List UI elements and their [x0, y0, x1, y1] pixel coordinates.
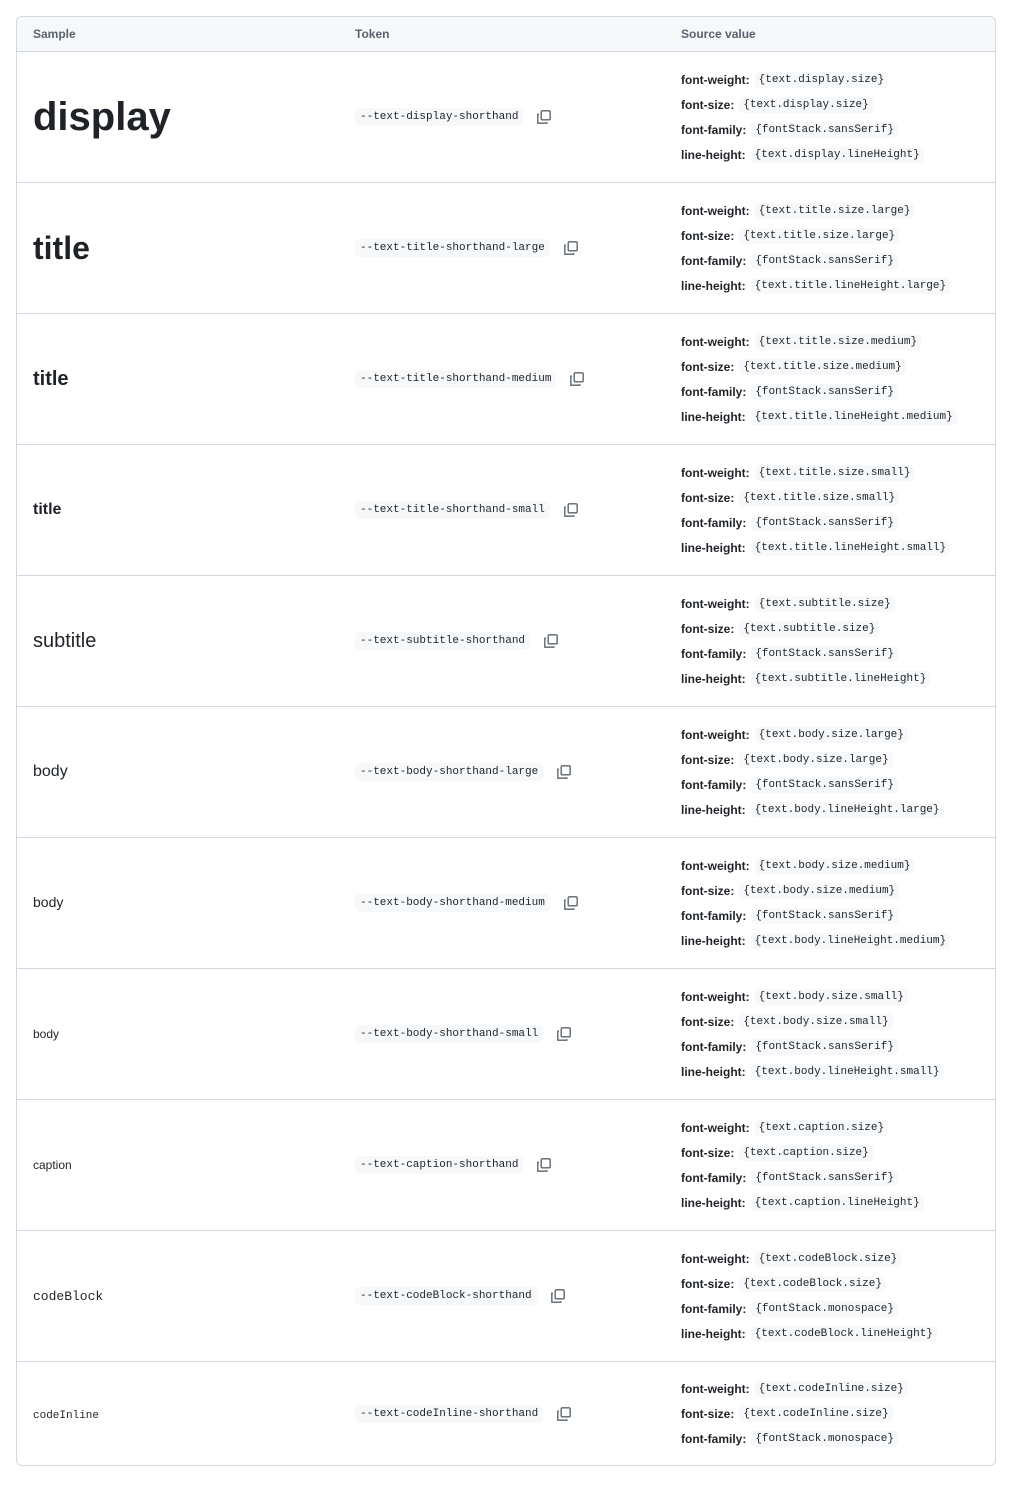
- source-font-weight: font-weight: {text.body.size.medium}: [681, 857, 995, 874]
- copy-icon[interactable]: [562, 239, 580, 257]
- source-font-weight: font-weight: {text.codeBlock.size}: [681, 1250, 995, 1267]
- source-font-size: font-size: {text.codeInline.size}: [681, 1405, 995, 1422]
- source-font-size: font-size: {text.subtitle.size}: [681, 620, 995, 637]
- source-font-size: font-size: {text.title.size.large}: [681, 227, 995, 244]
- sample-text: body: [33, 894, 64, 910]
- source-font-weight: font-weight: {text.caption.size}: [681, 1119, 995, 1136]
- source-line-height: line-height: {text.title.lineHeight.mediu…: [681, 408, 995, 425]
- copy-icon[interactable]: [562, 501, 580, 519]
- source-font-size: font-size: {text.title.size.medium}: [681, 358, 995, 375]
- copy-icon[interactable]: [542, 632, 560, 650]
- source-font-size: font-size: {text.caption.size}: [681, 1144, 995, 1161]
- table-row: title --text-title-shorthand-medium font…: [17, 314, 995, 445]
- copy-icon[interactable]: [562, 894, 580, 912]
- column-header-source-value: Source value: [681, 27, 756, 41]
- copy-icon[interactable]: [568, 370, 586, 388]
- source-font-size: font-size: {text.body.size.medium}: [681, 882, 995, 899]
- copy-icon[interactable]: [555, 763, 573, 781]
- table-row: codeBlock --text-codeBlock-shorthand fon…: [17, 1231, 995, 1362]
- source-font-family: font-family: {fontStack.sansSerif}: [681, 121, 995, 138]
- source-font-family: font-family: {fontStack.sansSerif}: [681, 1038, 995, 1055]
- source-font-weight: font-weight: {text.title.size.large}: [681, 202, 995, 219]
- source-line-height: line-height: {text.title.lineHeight.large…: [681, 277, 995, 294]
- source-font-family: font-family: {fontStack.monospace}: [681, 1430, 995, 1447]
- source-font-weight: font-weight: {text.body.size.large}: [681, 726, 995, 743]
- token-name: --text-body-shorthand-medium: [355, 894, 550, 912]
- column-header-sample: Sample: [33, 27, 76, 41]
- token-name: --text-subtitle-shorthand: [355, 632, 531, 650]
- sample-text: display: [33, 94, 171, 139]
- table-row: body --text-body-shorthand-medium font-w…: [17, 838, 995, 969]
- copy-icon[interactable]: [549, 1287, 567, 1305]
- source-font-family: font-family: {fontStack.sansSerif}: [681, 776, 995, 793]
- table-header: Sample Token Source value: [17, 17, 995, 52]
- source-line-height: line-height: {text.caption.lineHeight}: [681, 1194, 995, 1211]
- token-name: --text-codeBlock-shorthand: [355, 1287, 537, 1305]
- table-row: codeInline --text-codeInline-shorthand f…: [17, 1362, 995, 1465]
- source-font-size: font-size: {text.display.size}: [681, 96, 995, 113]
- source-line-height: line-height: {text.title.lineHeight.small…: [681, 539, 995, 556]
- token-name: --text-body-shorthand-large: [355, 763, 544, 781]
- sample-text: title: [33, 501, 62, 518]
- token-name: --text-body-shorthand-small: [355, 1025, 544, 1043]
- table-row: body --text-body-shorthand-small font-we…: [17, 969, 995, 1100]
- source-font-weight: font-weight: {text.title.size.medium}: [681, 333, 995, 350]
- table-row: caption --text-caption-shorthand font-we…: [17, 1100, 995, 1231]
- copy-icon[interactable]: [535, 108, 553, 126]
- source-font-weight: font-weight: {text.body.size.small}: [681, 988, 995, 1005]
- table-row: title --text-title-shorthand-small font-…: [17, 445, 995, 576]
- source-font-family: font-family: {fontStack.sansSerif}: [681, 645, 995, 662]
- column-header-token: Token: [355, 27, 390, 41]
- source-font-size: font-size: {text.title.size.small}: [681, 489, 995, 506]
- source-font-weight: font-weight: {text.codeInline.size}: [681, 1380, 995, 1397]
- table-row: body --text-body-shorthand-large font-we…: [17, 707, 995, 838]
- source-font-weight: font-weight: {text.title.size.small}: [681, 464, 995, 481]
- token-name: --text-caption-shorthand: [355, 1156, 524, 1174]
- typography-token-table: Sample Token Source value display --text…: [16, 16, 996, 1466]
- token-name: --text-display-shorthand: [355, 108, 524, 126]
- source-line-height: line-height: {text.body.lineHeight.small}: [681, 1063, 995, 1080]
- table-row: display --text-display-shorthand font-we…: [17, 52, 995, 183]
- table-row: title --text-title-shorthand-large font-…: [17, 183, 995, 314]
- source-font-family: font-family: {fontStack.sansSerif}: [681, 383, 995, 400]
- token-name: --text-codeInline-shorthand: [355, 1404, 544, 1423]
- source-font-family: font-family: {fontStack.monospace}: [681, 1300, 995, 1317]
- source-font-size: font-size: {text.codeBlock.size}: [681, 1275, 995, 1292]
- source-font-family: font-family: {fontStack.sansSerif}: [681, 252, 995, 269]
- table-row: subtitle --text-subtitle-shorthand font-…: [17, 576, 995, 707]
- sample-text: subtitle: [33, 629, 97, 652]
- copy-icon[interactable]: [535, 1156, 553, 1174]
- source-font-size: font-size: {text.body.size.small}: [681, 1013, 995, 1030]
- source-line-height: line-height: {text.subtitle.lineHeight}: [681, 670, 995, 687]
- sample-text: title: [33, 229, 90, 266]
- token-name: --text-title-shorthand-large: [355, 239, 550, 257]
- source-line-height: line-height: {text.display.lineHeight}: [681, 146, 995, 163]
- source-font-family: font-family: {fontStack.sansSerif}: [681, 1169, 995, 1186]
- copy-icon[interactable]: [555, 1025, 573, 1043]
- source-line-height: line-height: {text.body.lineHeight.medium…: [681, 932, 995, 949]
- sample-text: body: [33, 1027, 60, 1041]
- source-font-weight: font-weight: {text.display.size}: [681, 71, 995, 88]
- token-name: --text-title-shorthand-small: [355, 501, 550, 519]
- sample-text: title: [33, 367, 69, 390]
- source-font-weight: font-weight: {text.subtitle.size}: [681, 595, 995, 612]
- source-line-height: line-height: {text.codeBlock.lineHeight}: [681, 1325, 995, 1342]
- source-line-height: line-height: {text.body.lineHeight.large}: [681, 801, 995, 818]
- sample-text: codeBlock: [33, 1289, 104, 1304]
- token-name: --text-title-shorthand-medium: [355, 370, 557, 388]
- source-font-family: font-family: {fontStack.sansSerif}: [681, 514, 995, 531]
- sample-text: codeInline: [33, 1409, 100, 1422]
- source-font-size: font-size: {text.body.size.large}: [681, 751, 995, 768]
- copy-icon[interactable]: [555, 1405, 573, 1423]
- sample-text: caption: [33, 1158, 72, 1172]
- source-font-family: font-family: {fontStack.sansSerif}: [681, 907, 995, 924]
- sample-text: body: [33, 763, 68, 780]
